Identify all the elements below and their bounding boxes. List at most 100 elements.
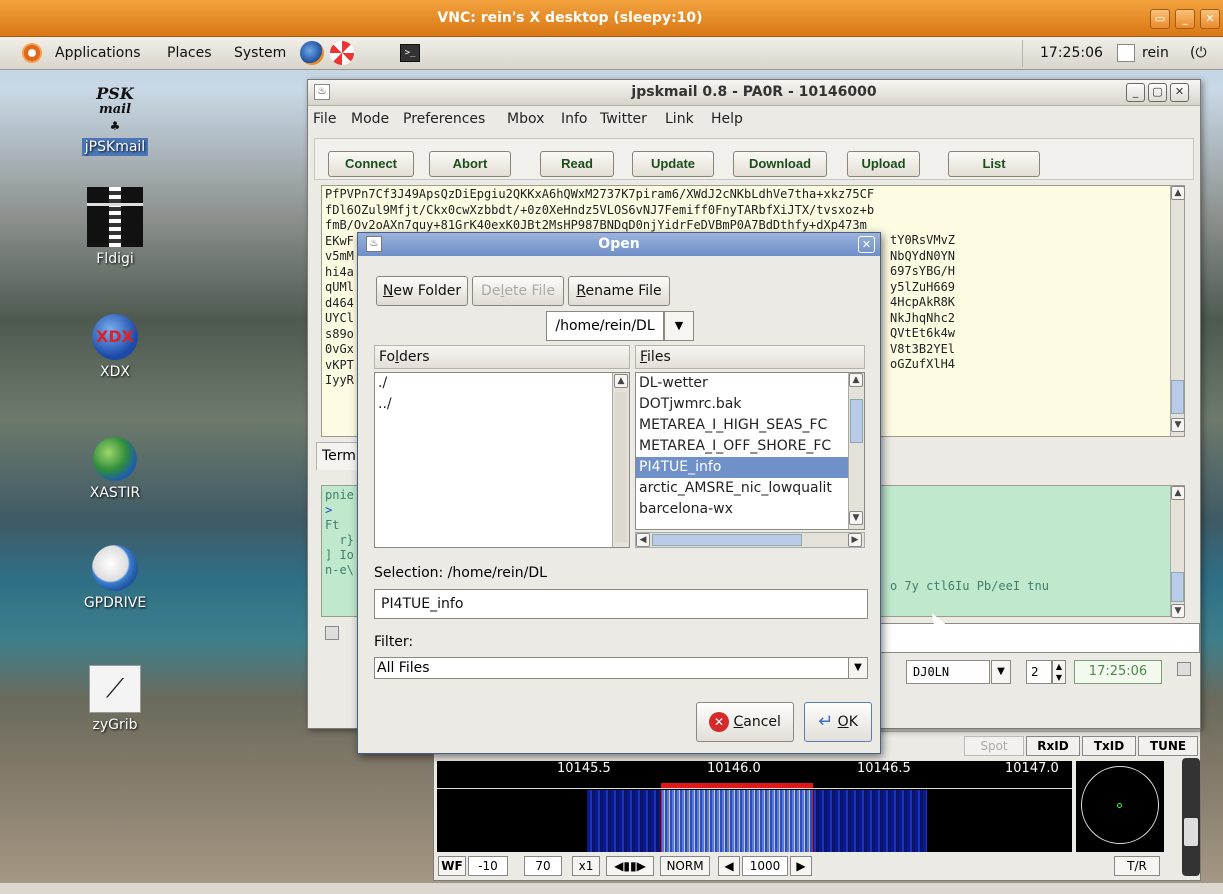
- spot-button[interactable]: Spot: [964, 736, 1024, 756]
- desktop-icon-xastir[interactable]: XASTIR: [67, 437, 163, 501]
- upload-button[interactable]: Upload: [847, 151, 920, 177]
- delete-file-button[interactable]: Delete File: [472, 276, 564, 306]
- chevron-down-icon[interactable]: ▼: [848, 657, 868, 679]
- callsign-select[interactable]: DJ0LN: [906, 660, 990, 684]
- new-folder-button[interactable]: New Folder: [376, 276, 468, 306]
- wf-speed-button[interactable]: NORM: [660, 856, 710, 876]
- waterfall-display[interactable]: 10145.5 10146.0 10146.5 10147.0: [437, 761, 1072, 852]
- scroll-up-arrow[interactable]: ▲: [1171, 486, 1185, 500]
- rxid-button[interactable]: RxID: [1026, 736, 1080, 756]
- file-item[interactable]: DL-wetter: [636, 373, 864, 394]
- transmit-receive-button[interactable]: T/R: [1114, 856, 1160, 876]
- menu-link[interactable]: Link: [665, 111, 694, 127]
- vnc-minimize-button[interactable]: _: [1175, 9, 1195, 29]
- folders-list[interactable]: ./ ../ ▲: [374, 372, 630, 548]
- list-button[interactable]: List: [948, 151, 1040, 177]
- menu-mode[interactable]: Mode: [351, 111, 389, 127]
- close-button[interactable]: ✕: [1170, 83, 1189, 102]
- file-item[interactable]: DOTjwmrc.bak: [636, 394, 864, 415]
- folder-item[interactable]: ../: [375, 394, 629, 415]
- rename-file-button[interactable]: Rename File: [568, 276, 670, 306]
- selection-input[interactable]: PI4TUE_info: [374, 589, 868, 619]
- maximize-button[interactable]: ▢: [1148, 83, 1167, 102]
- terminal-scrollbar[interactable]: ▲ ▼: [1170, 486, 1185, 618]
- files-scrollbar[interactable]: ▲ ▼: [848, 373, 864, 529]
- wf-range-spinner[interactable]: 70: [524, 856, 562, 876]
- file-item[interactable]: arctic_AMSRE_nic_lowqualit: [636, 478, 864, 499]
- connect-button[interactable]: Connect: [328, 151, 414, 177]
- abort-button[interactable]: Abort: [429, 151, 511, 177]
- files-h-scrollbar[interactable]: ◀ ▶: [635, 532, 865, 548]
- scroll-thumb[interactable]: [652, 534, 802, 546]
- desktop-icon-jpskmail[interactable]: PSK mail ♣ jPSKmail: [67, 86, 163, 156]
- checkbox[interactable]: [325, 626, 339, 640]
- minimize-button[interactable]: _: [1126, 83, 1145, 102]
- menu-mbox[interactable]: Mbox: [507, 111, 544, 127]
- read-button[interactable]: Read: [540, 151, 614, 177]
- desktop-icon-fldigi[interactable]: Fldigi: [67, 187, 163, 267]
- scroll-up-arrow[interactable]: ▲: [849, 373, 863, 387]
- desktop-icon-zygrib[interactable]: ⟋ zyGrib: [67, 665, 163, 733]
- vnc-close-button[interactable]: ✕: [1200, 9, 1220, 29]
- wf-ref-spinner[interactable]: -10: [468, 856, 508, 876]
- shutdown-icon[interactable]: (⏻: [1190, 45, 1207, 61]
- download-button[interactable]: Download: [733, 151, 827, 177]
- directory-select[interactable]: /home/rein/DL: [546, 311, 664, 341]
- browser-launcher-icon[interactable]: [300, 41, 324, 65]
- txid-button[interactable]: TxID: [1082, 736, 1136, 756]
- terminal-launcher-icon[interactable]: >_: [400, 44, 420, 62]
- user-switcher-icon[interactable]: [1117, 44, 1135, 62]
- scroll-right-arrow[interactable]: ▶: [848, 533, 862, 547]
- scroll-thumb[interactable]: [1171, 380, 1184, 414]
- tune-button[interactable]: TUNE: [1138, 736, 1198, 756]
- status-checkbox[interactable]: [1177, 662, 1191, 676]
- scroll-thumb[interactable]: [1171, 572, 1184, 602]
- scroll-track[interactable]: [615, 392, 627, 542]
- freq-down-button[interactable]: ◀: [718, 856, 740, 876]
- scroll-up-arrow[interactable]: ▲: [614, 374, 628, 388]
- file-item[interactable]: METAREA_I_HIGH_SEAS_FC: [636, 415, 864, 436]
- spinner-arrows-icon[interactable]: ▲ ▼: [1052, 660, 1066, 684]
- panel-clock[interactable]: 17:25:06: [1040, 45, 1103, 61]
- carrier-freq-field[interactable]: 1000: [742, 856, 788, 876]
- ok-button[interactable]: ↵ OK: [804, 702, 872, 742]
- scroll-down-arrow[interactable]: ▼: [1171, 604, 1185, 618]
- folder-item[interactable]: ./: [375, 373, 629, 394]
- scroll-thumb[interactable]: [850, 399, 863, 443]
- applications-menu[interactable]: Applications: [55, 45, 141, 61]
- freq-up-button[interactable]: ▶: [790, 856, 812, 876]
- file-item[interactable]: barcelona-wx: [636, 499, 864, 520]
- system-menu[interactable]: System: [234, 45, 286, 61]
- panel-username[interactable]: rein: [1142, 45, 1169, 61]
- update-button[interactable]: Update: [632, 151, 714, 177]
- scroll-left-arrow[interactable]: ◀: [636, 533, 650, 547]
- menu-preferences[interactable]: Preferences: [403, 111, 485, 127]
- text-scrollbar[interactable]: ▲ ▼: [1170, 186, 1185, 436]
- scroll-down-arrow[interactable]: ▼: [1171, 418, 1185, 432]
- desktop-icon-xdx[interactable]: XDX XDX: [67, 314, 163, 380]
- files-list[interactable]: DL-wetter DOTjwmrc.bak METAREA_I_HIGH_SE…: [635, 372, 865, 530]
- menu-twitter[interactable]: Twitter: [600, 111, 647, 127]
- file-item-selected[interactable]: PI4TUE_info: [636, 457, 864, 478]
- menu-file[interactable]: File: [313, 111, 336, 127]
- cancel-button[interactable]: ✕ Cancel: [696, 702, 794, 742]
- chevron-down-icon[interactable]: ▼: [991, 660, 1011, 684]
- wf-zoom-button[interactable]: x1: [572, 856, 600, 876]
- desktop-icon-gpdrive[interactable]: GPDRIVE: [67, 545, 163, 611]
- chevron-down-icon[interactable]: ▼: [664, 311, 694, 341]
- close-icon[interactable]: ✕: [858, 236, 875, 253]
- file-item[interactable]: METAREA_I_OFF_SHORE_FC: [636, 436, 864, 457]
- places-menu[interactable]: Places: [167, 45, 212, 61]
- menu-help[interactable]: Help: [711, 111, 743, 127]
- scroll-up-arrow[interactable]: ▲: [1171, 186, 1185, 200]
- folders-scrollbar[interactable]: ▲: [612, 373, 629, 547]
- wf-mode-button[interactable]: WF: [438, 856, 466, 876]
- vnc-restore-button[interactable]: ▭: [1150, 9, 1170, 29]
- help-launcher-icon[interactable]: [330, 41, 354, 65]
- wf-pause-controls[interactable]: ◀▮▮▶: [606, 856, 654, 876]
- spin-field[interactable]: 2: [1026, 660, 1052, 684]
- filter-select[interactable]: All Files: [374, 657, 850, 679]
- menu-info[interactable]: Info: [561, 111, 588, 127]
- squelch-slider[interactable]: [1182, 758, 1200, 876]
- scroll-down-arrow[interactable]: ▼: [849, 511, 863, 525]
